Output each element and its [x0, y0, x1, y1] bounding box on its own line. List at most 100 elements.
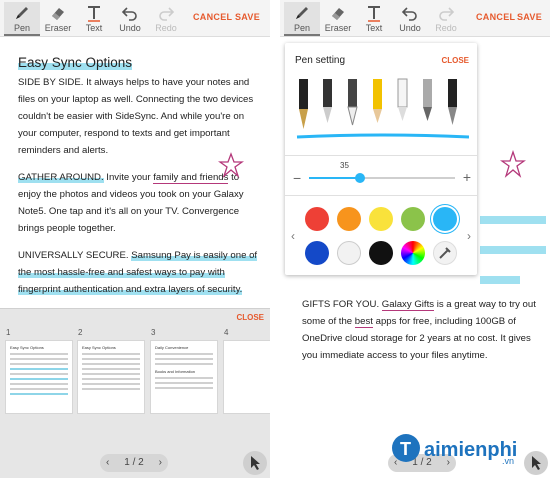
redo-button-right[interactable]: Redo [428, 2, 464, 34]
redo-label-right: Redo [435, 23, 457, 33]
color-next-icon[interactable]: › [467, 229, 471, 243]
brush-pen-icon [347, 79, 358, 126]
next-page-icon[interactable]: › [159, 454, 162, 472]
page-thumbnail-1[interactable]: Easy Sync Options [5, 340, 73, 414]
text-icon [368, 6, 380, 22]
watermark-logo: T aimienphi .vn [390, 430, 540, 471]
chinese-brush-icon [448, 79, 457, 125]
page-thumbnail-2[interactable]: Easy Sync Options [77, 340, 145, 414]
color-swatch-white[interactable] [337, 241, 361, 265]
save-button-right[interactable]: SAVE [517, 12, 542, 22]
color-prev-icon[interactable]: ‹ [291, 229, 295, 243]
color-swatch-blue[interactable] [305, 241, 329, 265]
undo-button[interactable]: Undo [112, 2, 148, 34]
gather-text-a: Invite your [103, 172, 154, 183]
highlight-stroke [480, 216, 546, 224]
cancel-button[interactable]: CANCEL [193, 12, 232, 22]
document-body-right: GIFTS FOR YOU. Galaxy Gifts is a great w… [302, 296, 542, 374]
screen-divider [270, 0, 280, 478]
undo-label: Undo [119, 23, 141, 33]
pen-icon [16, 7, 28, 19]
redo-icon [159, 7, 175, 21]
watermark-suffix: .vn [502, 456, 514, 466]
undo-label-right: Undo [399, 23, 421, 33]
svg-text:T: T [400, 439, 411, 459]
highlight-stroke-2 [480, 246, 546, 254]
page-pager: ‹ 1 / 2 › [100, 454, 168, 472]
pen-size-slider-thumb[interactable] [355, 173, 366, 183]
eraser-tool[interactable]: Eraser [40, 2, 76, 34]
pen-size-slider-fill [309, 177, 361, 179]
page-number-4: 4 [224, 328, 229, 337]
pen-label-right: Pen [293, 23, 310, 33]
color-swatch-sky-blue-selected[interactable] [433, 207, 457, 231]
text-label-right: Text [365, 23, 383, 33]
taimienphi-logo: T aimienphi .vn [392, 434, 517, 466]
pen-tool-right[interactable]: Pen [284, 2, 320, 36]
eyedropper-button[interactable] [433, 241, 457, 265]
best-circled: best [354, 316, 373, 328]
pen-setting-popup: Pen setting CLOSE 35 − + ‹ › [285, 43, 477, 275]
increase-size-button[interactable]: + [463, 169, 471, 185]
cancel-button-right[interactable]: CANCEL [476, 12, 515, 22]
pen-tool[interactable]: Pen [4, 2, 40, 36]
thumb2-title: Easy Sync Options [82, 345, 116, 350]
color-swatch-orange[interactable] [337, 207, 361, 231]
redo-icon [439, 7, 455, 21]
redo-label: Redo [155, 23, 177, 33]
pen-type-selector[interactable] [293, 75, 469, 143]
page-thumbnail-4[interactable] [223, 340, 270, 414]
highlight-stroke-3 [480, 276, 520, 284]
undo-button-right[interactable]: Undo [392, 2, 428, 34]
text-label: Text [85, 23, 103, 33]
galaxy-gifts-underline: Galaxy Gifts [381, 299, 435, 311]
eraser-tool-right[interactable]: Eraser [320, 2, 356, 34]
document-title: Easy Sync Options [18, 55, 133, 70]
pen-size-value: 35 [340, 161, 349, 170]
color-palette-picker[interactable] [401, 241, 425, 265]
star-doodle-right [500, 150, 526, 178]
decrease-size-button[interactable]: − [293, 170, 301, 186]
eraser-label: Eraser [44, 23, 72, 33]
text-icon [88, 6, 100, 22]
pen-setting-close-button[interactable]: CLOSE [441, 56, 469, 65]
page-thumbnail-3[interactable]: Daily Convenience Books and Information [150, 340, 218, 414]
page-number-2: 2 [78, 328, 83, 337]
color-swatch-red[interactable] [305, 207, 329, 231]
undo-icon [121, 7, 137, 21]
left-screen: Pen Eraser Text Undo Redo CANCEL SAVE Ea… [0, 0, 270, 478]
pen-label: Pen [13, 23, 30, 33]
pages-close-button[interactable]: CLOSE [236, 313, 264, 322]
save-button[interactable]: SAVE [235, 12, 260, 22]
pen-size-slider[interactable] [309, 173, 455, 183]
color-swatch-black[interactable] [369, 241, 393, 265]
secure-heading: UNIVERSALLY SECURE. [18, 250, 129, 261]
undo-icon [401, 7, 417, 21]
toolbar: Pen Eraser Text Undo Redo CANCEL SAVE [0, 0, 270, 37]
text-tool[interactable]: Text [76, 2, 112, 34]
pen-preview-stroke [296, 133, 469, 139]
prev-page-icon[interactable]: ‹ [106, 454, 109, 472]
paragraph-gifts: GIFTS FOR YOU. Galaxy Gifts is a great w… [302, 296, 542, 364]
cursor-pen-icon [251, 456, 260, 470]
page-number-3: 3 [151, 328, 156, 337]
text-tool-right[interactable]: Text [356, 2, 392, 34]
pen-mode-button[interactable] [243, 451, 267, 475]
document-body: Easy Sync Options SIDE BY SIDE. It alway… [18, 54, 258, 308]
paragraph-universally-secure: UNIVERSALLY SECURE. Samsung Pay is easil… [18, 247, 258, 298]
pager-label: 1 / 2 [124, 457, 144, 468]
marker-icon [397, 78, 408, 121]
toolbar-right: Pen Eraser Text Undo Redo CANCEL SAVE [280, 0, 550, 37]
eraser-label-right: Eraser [324, 23, 352, 33]
color-swatch-yellow[interactable] [369, 207, 393, 231]
eyedropper-icon [439, 247, 451, 259]
calligraphy-pen-icon [323, 79, 332, 123]
gifts-heading: GIFTS FOR YOU. [302, 299, 380, 310]
redo-button[interactable]: Redo [148, 2, 184, 34]
highlighter-icon [423, 79, 432, 121]
page-number-1: 1 [6, 328, 11, 337]
paragraph-side-by-side: SIDE BY SIDE. It always helps to have yo… [18, 77, 254, 156]
color-swatch-green[interactable] [401, 207, 425, 231]
gather-around-heading: GATHER AROUND. [18, 172, 104, 183]
pencil-icon [373, 79, 382, 123]
